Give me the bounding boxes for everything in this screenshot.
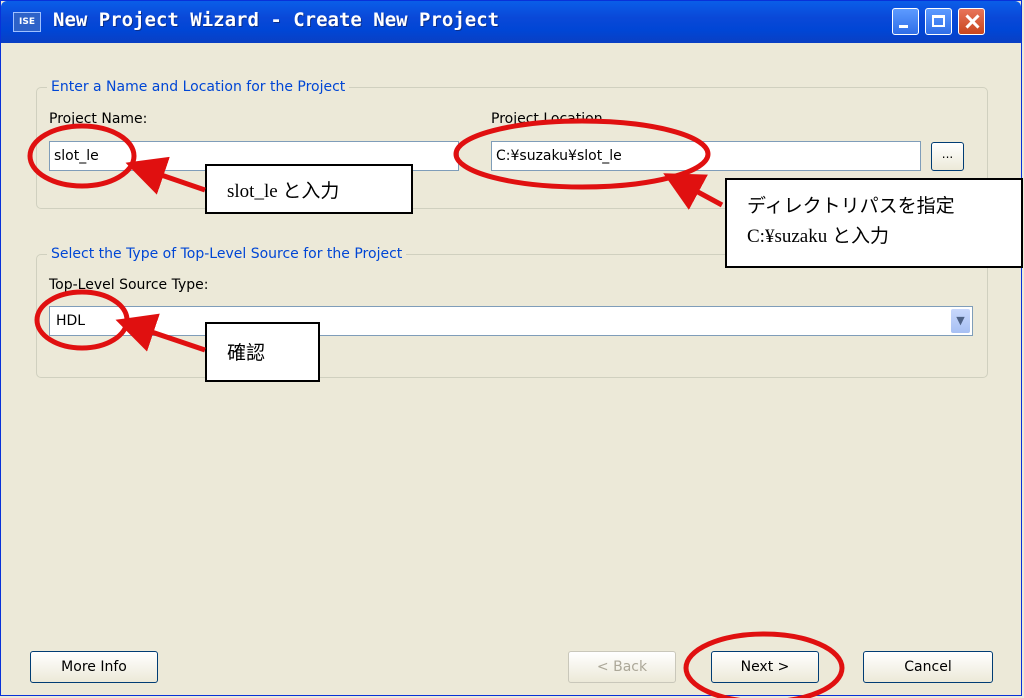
path-note-line1: ディレクトリパスを指定 [747, 196, 955, 217]
name-location-legend: Enter a Name and Location for the Projec… [51, 79, 346, 95]
ise-app-icon: ISE [13, 12, 41, 32]
name-note: slot_le と入力 [205, 164, 413, 214]
browse-button[interactable]: ... [931, 142, 964, 171]
source-type-value: HDL [56, 313, 86, 329]
maximize-button[interactable] [925, 8, 952, 35]
path-note-line2: C:¥suzaku と入力 [747, 226, 889, 247]
confirm-note: 確認 [205, 322, 320, 382]
source-type-select[interactable]: HDL ▼ [49, 306, 973, 336]
next-button[interactable]: Next > [711, 651, 819, 683]
title-bar[interactable]: ISE New Project Wizard - Create New Proj… [1, 1, 1021, 43]
project-location-input[interactable]: C:¥suzaku¥slot_le [491, 141, 921, 171]
minimize-button[interactable] [892, 8, 919, 35]
back-button[interactable]: < Back [568, 651, 676, 683]
source-type-label: Top-Level Source Type: [49, 277, 209, 293]
project-name-label: Project Name: [49, 111, 148, 127]
wizard-window: ISE New Project Wizard - Create New Proj… [0, 0, 1022, 696]
project-location-label: Project Location [491, 111, 603, 127]
chevron-down-icon[interactable]: ▼ [951, 309, 970, 333]
path-note: ディレクトリパスを指定 C:¥suzaku と入力 [725, 178, 1023, 268]
window-title: New Project Wizard - Create New Project [53, 9, 500, 31]
close-button[interactable] [958, 8, 985, 35]
cancel-button[interactable]: Cancel [863, 651, 993, 683]
source-type-legend: Select the Type of Top-Level Source for … [51, 246, 403, 262]
more-info-button[interactable]: More Info [30, 651, 158, 683]
